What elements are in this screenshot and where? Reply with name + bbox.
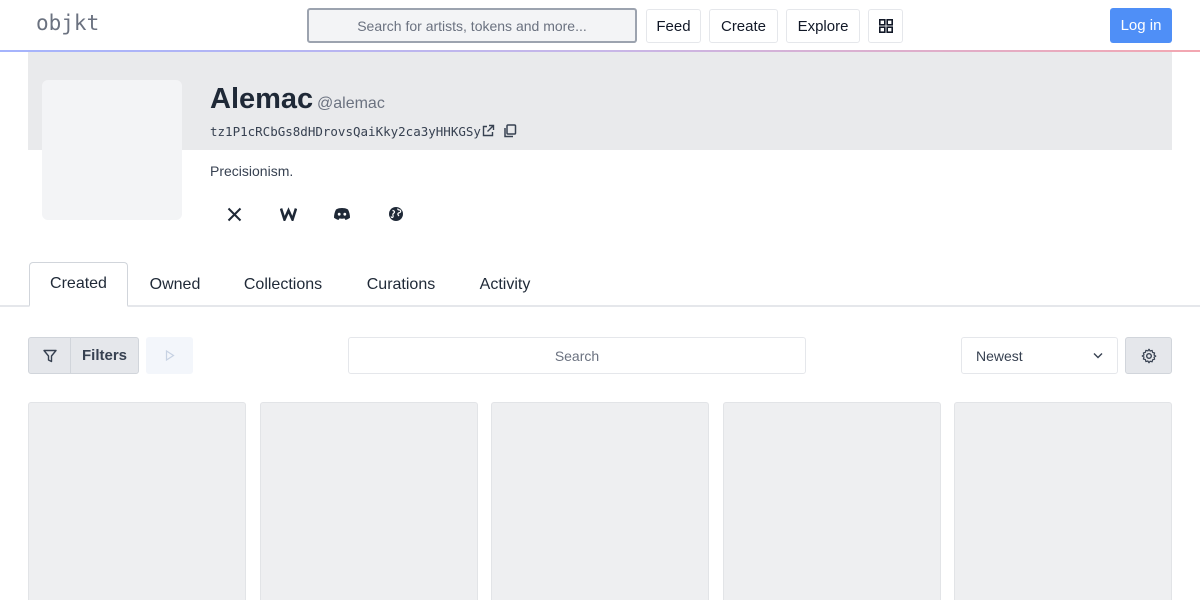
gear-icon <box>1141 348 1156 363</box>
token-card[interactable] <box>954 402 1172 600</box>
token-card[interactable] <box>28 402 246 600</box>
create-button[interactable]: Create <box>709 9 778 43</box>
tab-curations[interactable]: Curations <box>352 262 450 307</box>
copy-icon[interactable] <box>503 124 519 140</box>
top-header: objkt Search for artists, tokens and mor… <box>0 0 1200 50</box>
global-search-input[interactable]: Search for artists, tokens and more... <box>307 8 637 43</box>
play-button[interactable] <box>146 337 193 374</box>
discord-icon[interactable] <box>332 204 352 224</box>
collection-search-input[interactable] <box>348 337 806 374</box>
token-card[interactable] <box>723 402 941 600</box>
apps-grid-button[interactable] <box>868 9 903 43</box>
feed-button[interactable]: Feed <box>646 9 701 43</box>
profile-name: Alemac <box>210 83 314 115</box>
external-link-icon[interactable] <box>481 124 497 140</box>
profile-bio: Precisionism. <box>210 163 294 179</box>
avatar <box>42 80 182 220</box>
x-twitter-icon[interactable] <box>224 204 244 224</box>
tab-created[interactable]: Created <box>29 262 128 307</box>
sort-value: Newest <box>976 347 1023 364</box>
explore-button[interactable]: Explore <box>786 9 860 43</box>
grid-icon <box>878 19 893 33</box>
filters-button[interactable]: Filters <box>28 337 139 374</box>
token-card[interactable] <box>260 402 478 600</box>
wordpress-icon[interactable] <box>278 204 298 224</box>
token-card[interactable] <box>491 402 709 600</box>
tab-owned[interactable]: Owned <box>136 262 214 307</box>
profile-handle: @alemac <box>317 95 385 112</box>
filter-icon <box>29 338 71 373</box>
login-button[interactable]: Log in <box>1110 8 1172 43</box>
sort-select[interactable]: Newest <box>961 337 1118 374</box>
play-icon <box>165 350 175 361</box>
objkt-logo[interactable]: objkt <box>36 11 99 35</box>
tab-collections[interactable]: Collections <box>228 262 338 307</box>
profile-banner <box>28 52 1172 150</box>
globe-icon[interactable] <box>386 204 406 224</box>
settings-button[interactable] <box>1125 337 1172 374</box>
wallet-address: tz1P1cRCbGs8dHDrovsQaiKky2ca3yHHKGSy <box>210 124 481 139</box>
tab-activity[interactable]: Activity <box>464 262 546 307</box>
chevron-down-icon <box>1093 353 1103 359</box>
filters-label: Filters <box>81 347 127 364</box>
